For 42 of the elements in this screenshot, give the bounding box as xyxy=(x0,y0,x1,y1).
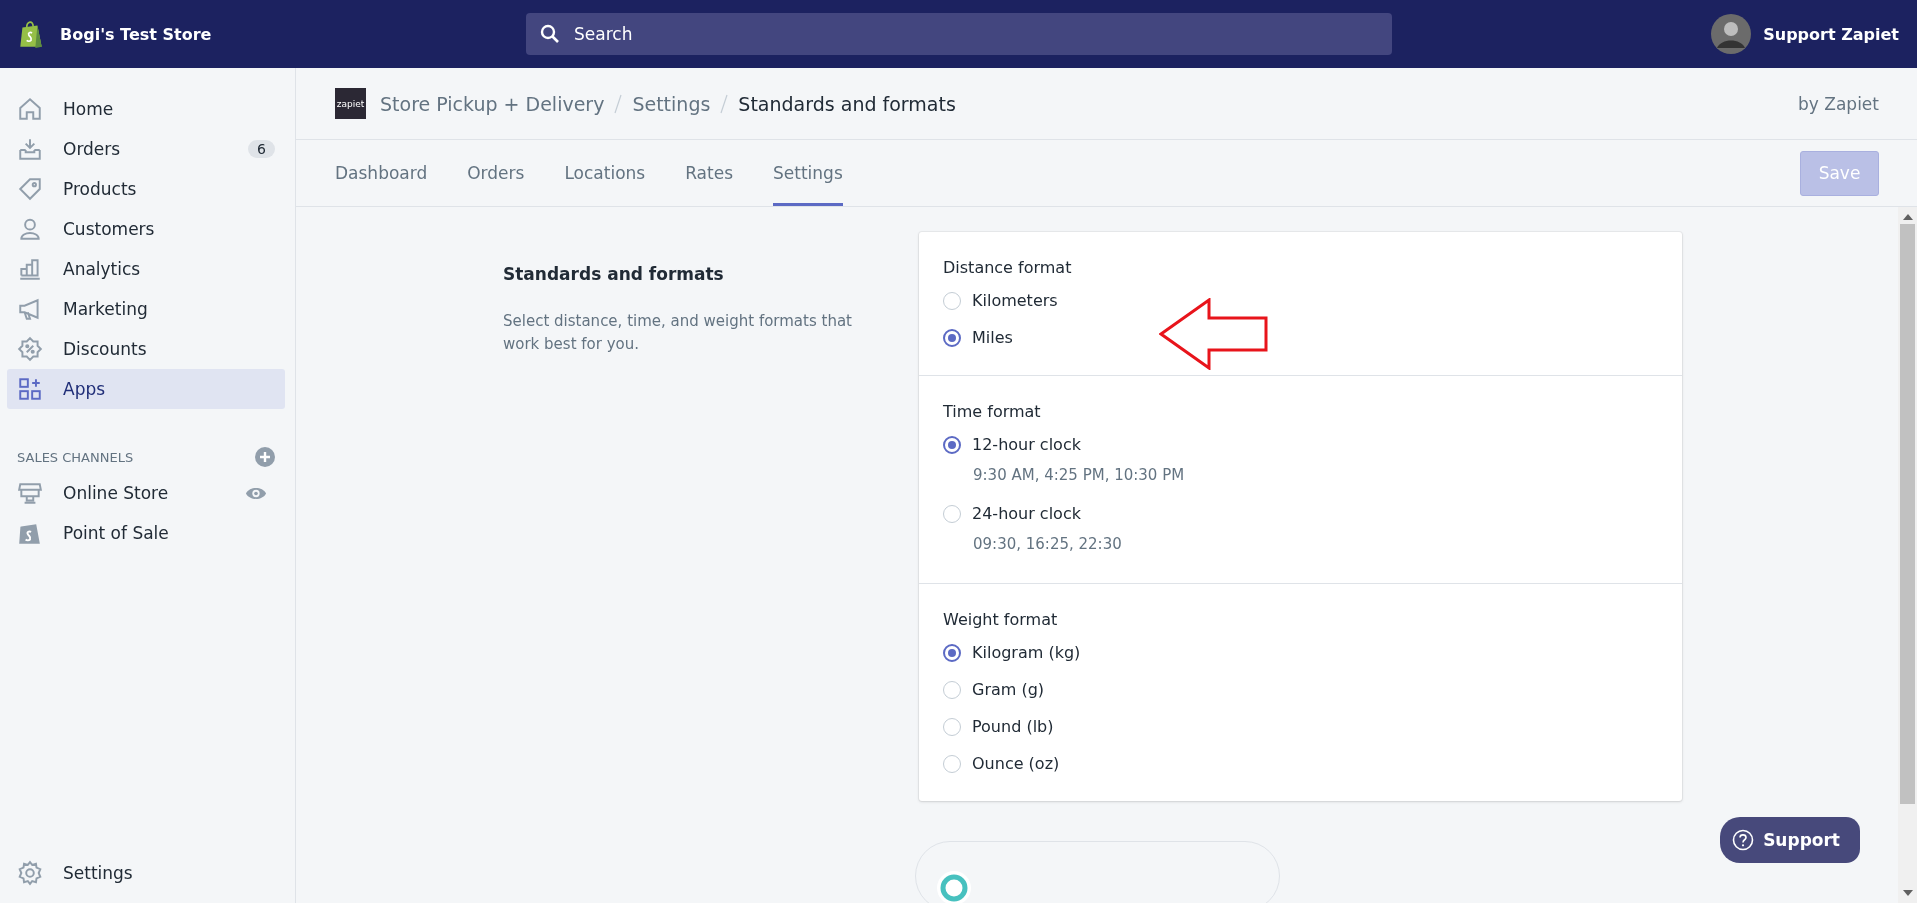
option-hint: 9:30 AM, 4:25 PM, 10:30 PM xyxy=(973,466,1186,484)
nav-item[interactable]: Customers xyxy=(7,209,285,249)
nav-item[interactable]: Marketing xyxy=(7,289,285,329)
nav-item[interactable]: Discounts xyxy=(7,329,285,369)
option-label[interactable]: Kilometers xyxy=(972,291,1058,310)
app-author: by Zapiet xyxy=(1798,93,1879,114)
tab[interactable]: Orders xyxy=(467,140,525,206)
nav-item[interactable]: Analytics xyxy=(7,249,285,289)
app-logo: zapiet xyxy=(335,88,366,119)
option-label[interactable]: Pound (lb) xyxy=(972,717,1054,736)
nav-item[interactable]: Online Store xyxy=(7,473,285,513)
option-label[interactable]: Kilogram (kg) xyxy=(972,643,1081,662)
option-label[interactable]: Gram (g) xyxy=(972,680,1045,699)
breadcrumb-link[interactable]: Settings xyxy=(632,92,711,115)
tab[interactable]: Rates xyxy=(685,140,733,206)
nav-item[interactable]: Products xyxy=(7,169,285,209)
search-field[interactable]: Search xyxy=(526,13,1392,55)
section-title: Standards and formats xyxy=(503,264,725,284)
group-title: Weight format xyxy=(943,610,1059,629)
nav-item[interactable]: Apps xyxy=(7,369,285,409)
nav-item[interactable]: Point of Sale xyxy=(7,513,285,553)
user-name[interactable]: Support Zapiet xyxy=(1763,24,1899,44)
option-label[interactable]: 12-hour clock xyxy=(972,435,1081,454)
count-badge: 6 xyxy=(248,140,275,158)
nav-item[interactable]: Home xyxy=(7,89,285,129)
group-title: Time format xyxy=(943,402,1042,421)
section-heading: SALES CHANNELS xyxy=(17,449,134,465)
store-name: Bogi's Test Store xyxy=(60,24,212,44)
breadcrumb-link[interactable]: Store Pickup + Delivery xyxy=(380,92,605,115)
nav-item[interactable]: Settings xyxy=(7,853,285,893)
option-hint: 09:30, 16:25, 22:30 xyxy=(973,535,1123,553)
tab[interactable]: Dashboard xyxy=(335,140,428,206)
tab[interactable]: Settings xyxy=(773,140,843,206)
option-label[interactable]: Miles xyxy=(972,328,1013,347)
support-button[interactable]: Support xyxy=(1720,817,1860,863)
section-description: Select distance, time, and weight formats that work best for you. xyxy=(503,311,853,355)
option-label[interactable]: 24-hour clock xyxy=(972,504,1081,523)
option-label[interactable]: Ounce (oz) xyxy=(972,754,1060,773)
group-title: Distance format xyxy=(943,258,1073,277)
nav-item[interactable]: Orders 6 xyxy=(7,129,285,169)
page-title: Standards and formats xyxy=(738,92,956,115)
tab[interactable]: Locations xyxy=(564,140,646,206)
